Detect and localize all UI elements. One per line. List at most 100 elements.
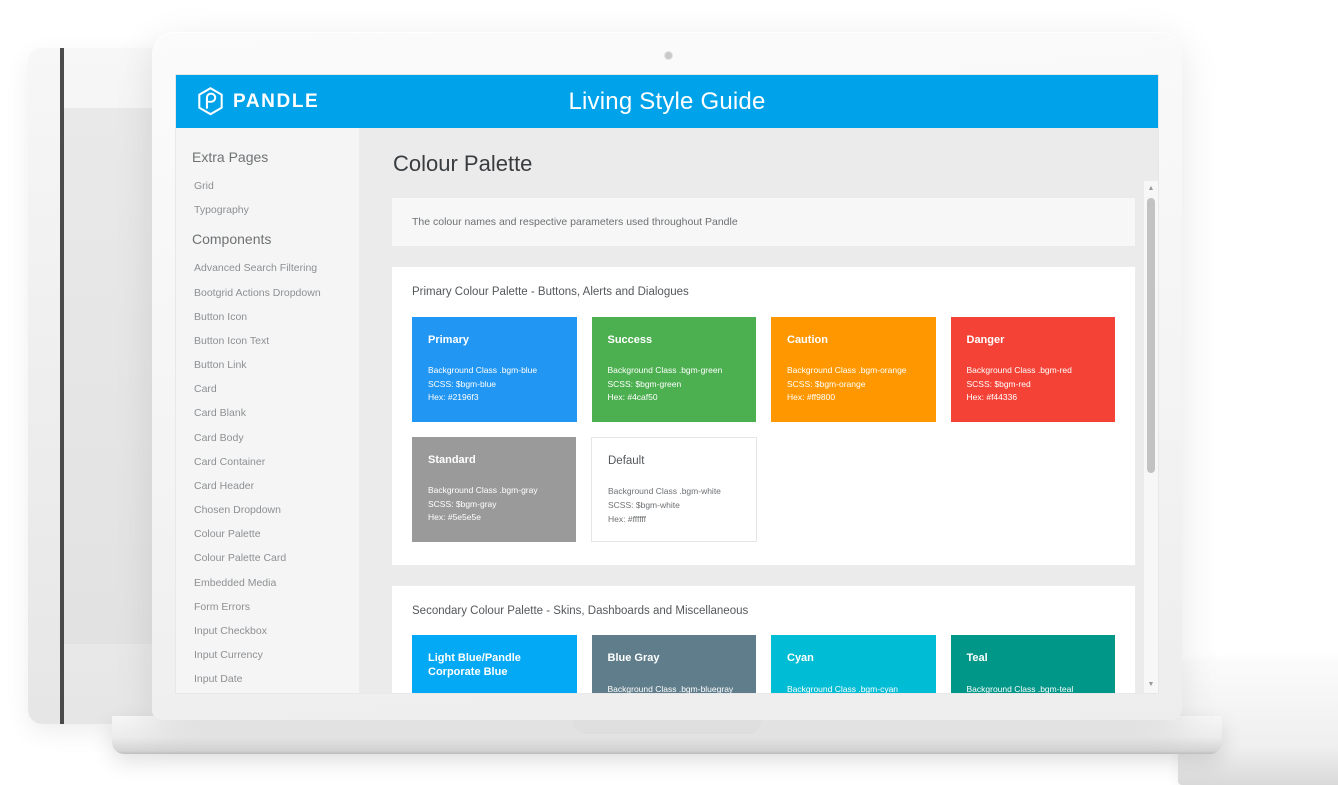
sidebar-item-typography[interactable]: Typography — [176, 198, 359, 222]
sidebar-item-advanced-search-filtering[interactable]: Advanced Search Filtering — [176, 256, 359, 280]
swatch-bg-class: Background Class .bgm-bluegray — [607, 683, 734, 693]
sidebar-item-input-currency[interactable]: Input Currency — [176, 643, 359, 667]
swatch-meta: Background Class .bgm-blue SCSS: $bgm-blu… — [428, 364, 561, 405]
intro-panel: The colour names and respective paramete… — [391, 197, 1136, 247]
colour-swatch-card[interactable]: Success Background Class .bgm-green SCSS: … — [591, 316, 756, 422]
palette-section-title: Secondary Colour Palette - Skins, Dashbo… — [412, 604, 749, 617]
colour-swatch-card[interactable]: Primary Background Class .bgm-blue SCSS: $… — [412, 316, 577, 422]
sidebar-item-card[interactable]: Card — [176, 377, 359, 401]
palette-section-title: Primary Colour Palette - Buttons, Alerts… — [412, 286, 689, 298]
swatch-bg-class: Background Class .bgm-orange — [787, 364, 907, 375]
colour-swatch-card[interactable]: Default Background Class .bgm-white SCSS: … — [591, 436, 757, 542]
webcam-icon — [665, 52, 672, 59]
main-content: Colour Palette The colour names and resp… — [360, 128, 1158, 693]
sidebar-item-button-link[interactable]: Button Link — [176, 353, 359, 377]
swatch-hex-label: Hex: #2196f3 — [428, 392, 479, 403]
sidebar-item-card-container[interactable]: Card Container — [176, 450, 359, 474]
swatch-row: Standard Background Class .bgm-gray SCSS: … — [412, 436, 1115, 542]
sidebar-item-card-body[interactable]: Card Body — [176, 426, 359, 450]
sidebar-group-heading: Extra Pages — [192, 149, 269, 165]
brand-name: PANDLE — [233, 90, 320, 112]
swatch-hex-label: Hex: #ffffff — [608, 514, 646, 524]
sidebar-item-card-blank[interactable]: Card Blank — [176, 401, 359, 425]
swatch-name: Primary — [428, 333, 469, 346]
swatch-name: Default — [608, 454, 645, 467]
swatch-meta: Background Class .bgm-orange SCSS: $bgm-o… — [787, 364, 920, 405]
scroll-up-arrow-icon[interactable]: ▲ — [1147, 185, 1155, 193]
scroll-down-arrow-icon[interactable]: ▼ — [1147, 681, 1155, 689]
swatch-placeholder — [772, 437, 936, 542]
swatch-name: Cyan — [787, 652, 814, 665]
app-topbar: PANDLE Living Style Guide — [176, 75, 1158, 128]
palette-sections: Primary Colour Palette - Buttons, Alerts… — [391, 266, 1136, 693]
swatch-scss: SCSS: $bgm-red — [966, 378, 1031, 389]
sidebar-item-form-errors[interactable]: Form Errors — [176, 595, 359, 619]
sidebar-item-card-header[interactable]: Card Header — [176, 474, 359, 498]
sidebar-item-chosen-dropdown[interactable]: Chosen Dropdown — [176, 498, 359, 522]
colour-swatch-card[interactable]: Caution Background Class .bgm-orange SCSS:… — [771, 316, 936, 422]
swatch-name: Blue Gray — [607, 652, 660, 665]
swatch-meta: Background Class .bgm-cyanSCSS: $bgm-cya… — [787, 683, 920, 693]
swatch-meta: Background Class .bgm-tealSCSS: $bgm-tea… — [967, 683, 1100, 693]
colour-swatch-card[interactable]: Teal Background Class .bgm-tealSCSS: $bgm… — [950, 635, 1115, 693]
swatch-row: Light Blue/Pandle Corporate Blue Backgrou… — [412, 635, 1115, 693]
app-body: Extra Pages Grid Typography Components Advan… — [176, 128, 1158, 693]
sidebar-item-input-checkbox[interactable]: Input Checkbox — [176, 619, 359, 643]
screenshot-stage: PANDLE Living Style Guide Extra Pages Gri… — [0, 0, 1338, 785]
swatch-hex-label: Hex: #5e5e5e — [428, 512, 481, 523]
swatch-hex-label: Hex: #ff9800 — [787, 392, 836, 403]
page-title: Colour Palette — [393, 151, 533, 176]
swatch-hex-label: Hex: #f44336 — [966, 392, 1018, 403]
palette-section: Secondary Colour Palette - Skins, Dashbo… — [391, 584, 1136, 693]
page-heading-title: Living Style Guide — [568, 87, 766, 115]
swatch-bg-class: Background Class .bgm-blue — [428, 364, 538, 375]
swatch-scss: SCSS: $bgm-orange — [787, 378, 866, 389]
colour-swatch-card[interactable]: Danger Background Class .bgm-red SCSS: $bg… — [950, 316, 1115, 422]
sidebar-item-colour-palette-card[interactable]: Colour Palette Card — [176, 546, 359, 570]
swatch-meta: Background Class .bgm-bluegraySCSS: $bgm… — [608, 683, 741, 693]
swatch-bg-class: Background Class .bgm-cyan — [787, 683, 899, 693]
swatch-name: Light Blue/Pandle Corporate Blue — [428, 652, 521, 678]
palette-section: Primary Colour Palette - Buttons, Alerts… — [391, 266, 1136, 566]
laptop-screen: PANDLE Living Style Guide Extra Pages Gri… — [176, 75, 1158, 693]
sidebar-group-heading: Components — [192, 231, 272, 248]
swatch-name: Standard — [428, 453, 476, 466]
sidebar-item-input-date[interactable]: Input Date — [176, 667, 359, 691]
sidebar-item-input-datetime[interactable]: Input Datetime — [176, 691, 359, 693]
sidebar-item-embedded-media[interactable]: Embedded Media — [176, 571, 359, 595]
swatch-name: Teal — [966, 652, 988, 665]
swatch-bg-class: Background Class .bgm-gray — [428, 484, 538, 495]
swatch-placeholder — [951, 437, 1115, 542]
swatch-name: Caution — [787, 333, 828, 346]
swatch-meta: Background Class .bgm-red SCSS: $bgm-red H… — [967, 364, 1100, 405]
colour-swatch-card[interactable]: Cyan Background Class .bgm-cyanSCSS: $bgm… — [771, 635, 936, 693]
colour-swatch-card[interactable]: Light Blue/Pandle Corporate BlueBackgrou… — [412, 635, 577, 693]
swatch-scss: SCSS: $bgm-blue — [428, 378, 497, 389]
brand[interactable]: PANDLE — [197, 86, 320, 117]
swatch-bg-class: Background Class .bgm-green — [607, 364, 723, 375]
swatch-hex-label: Hex: #4caf50 — [607, 392, 658, 403]
vertical-scrollbar[interactable]: ▲ ▼ — [1143, 181, 1158, 693]
swatch-name: Success — [607, 333, 653, 346]
sidebar-item-colour-palette[interactable]: Colour Palette — [176, 522, 359, 546]
swatch-meta: Background Class .bgm-gray SCSS: $bgm-gra… — [428, 484, 560, 525]
swatch-meta: Background Class .bgm-white SCSS: $bgm-wh… — [608, 485, 740, 526]
intro-text: The colour names and respective paramete… — [412, 216, 738, 228]
sidebar-item-button-icon[interactable]: Button Icon — [176, 305, 359, 329]
swatch-scss: SCSS: $bgm-green — [607, 378, 682, 389]
swatch-row: Primary Background Class .bgm-blue SCSS: $… — [412, 316, 1115, 422]
colour-swatch-card[interactable]: Standard Background Class .bgm-gray SCSS: … — [412, 436, 576, 542]
scrollbar-thumb[interactable] — [1147, 198, 1155, 473]
colour-swatch-card[interactable]: Blue Gray Background Class .bgm-bluegrayS… — [591, 635, 756, 693]
swatch-meta: Background Class .bgm-green SCSS: $bgm-gr… — [608, 364, 741, 405]
swatch-name: Danger — [966, 333, 1005, 346]
sidebar-item-button-icon-text[interactable]: Button Icon Text — [176, 329, 359, 353]
style-guide-app: PANDLE Living Style Guide Extra Pages Gri… — [176, 75, 1158, 693]
sidebar-item-bootgrid-actions-dropdown[interactable]: Bootgrid Actions Dropdown — [176, 281, 359, 305]
sidebar-item-grid[interactable]: Grid — [176, 174, 359, 198]
swatch-scss: SCSS: $bgm-white — [608, 500, 680, 511]
pandle-hexagon-logo-icon — [198, 86, 223, 115]
swatch-bg-class: Background Class .bgm-red — [966, 364, 1072, 375]
swatch-bg-class: Background Class .bgm-white — [608, 486, 721, 497]
sidebar-nav[interactable]: Extra Pages Grid Typography Components Advan… — [176, 128, 360, 693]
